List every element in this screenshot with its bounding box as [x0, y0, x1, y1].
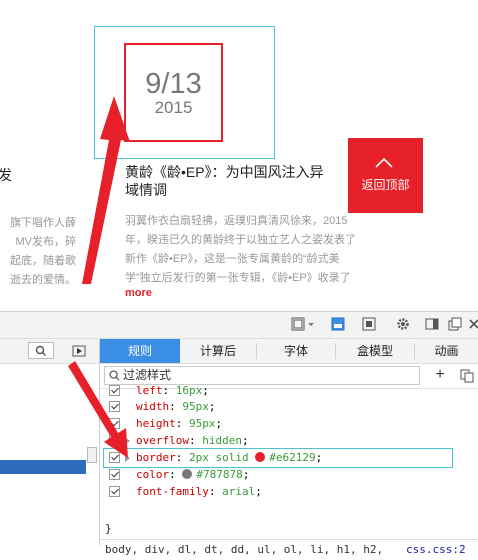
- add-rule-button[interactable]: +: [432, 365, 448, 385]
- css-property-row: height: 95px;: [100, 416, 478, 432]
- selector-text: body, div, dl, dt, dd, ul, ol, li, h1, h…: [105, 543, 384, 556]
- color-swatch[interactable]: [182, 469, 193, 479]
- selected-markup-node[interactable]: [0, 460, 86, 474]
- markup-pane: [0, 339, 100, 545]
- property-checkbox[interactable]: [109, 385, 120, 396]
- property-checkbox[interactable]: [109, 418, 120, 429]
- screenshot-icon[interactable]: [362, 317, 376, 331]
- property-name[interactable]: overflow: [136, 434, 189, 447]
- devtools-panel: 规则 计算后 字体 盒模型 动画 过滤样式 + left: 16px; widt…: [0, 311, 478, 556]
- css-property-row: color: #787878;: [100, 467, 478, 483]
- devtools-toolbar: [0, 312, 478, 339]
- tab-rules[interactable]: 规则: [100, 339, 180, 363]
- back-to-top-button[interactable]: 返回顶部: [348, 138, 423, 213]
- article-excerpt: 羽翼作衣白扇轻拂，返璞归真清风徐来，2015 年，睽违已久的黄龄终于以独立艺人之…: [125, 212, 390, 288]
- property-value[interactable]: hidden: [202, 434, 242, 447]
- property-value[interactable]: #787878: [196, 468, 242, 481]
- popout-window-icon[interactable]: [448, 317, 462, 331]
- left-excerpt-line: 逝去的爱情。: [10, 274, 76, 286]
- article-excerpt-line: 羽翼作衣白扇轻拂，返璞归真清风徐来，2015: [125, 215, 348, 227]
- property-value[interactable]: 16px: [176, 384, 203, 397]
- markup-search-button[interactable]: [28, 342, 54, 359]
- article-excerpt-line: 新作《龄•EP》，这是一张专属黄龄的“龄式美: [125, 253, 340, 265]
- more-link[interactable]: more: [125, 287, 152, 299]
- article-excerpt-line: 年，睽违已久的黄龄终于以独立艺人之姿发表了: [125, 234, 356, 246]
- markup-scrollbar-handle[interactable]: [87, 447, 97, 463]
- property-color-value[interactable]: #e62129: [269, 451, 315, 464]
- css-property-row: left: 16px;: [100, 383, 478, 399]
- back-to-top-label: 返回顶部: [361, 178, 410, 192]
- property-name[interactable]: height: [136, 417, 176, 430]
- article-title[interactable]: 黄龄《龄•EP》：为中国风注入异域情调: [125, 163, 325, 199]
- toggle-sidebar-icon[interactable]: [72, 344, 86, 358]
- property-checkbox[interactable]: [109, 452, 120, 463]
- chevron-up-icon: [375, 157, 393, 168]
- date-day: 9/13: [145, 68, 202, 100]
- search-icon: [109, 370, 120, 381]
- expand-arrow-icon[interactable]: [125, 454, 130, 462]
- property-value[interactable]: arial: [222, 485, 255, 498]
- tab-animations[interactable]: 动画: [415, 339, 478, 363]
- search-icon: [35, 345, 46, 356]
- property-name[interactable]: font-family: [136, 485, 209, 498]
- expand-arrow-icon[interactable]: [125, 437, 130, 445]
- css-rules-list: left: 16px; width: 95px; height: 95px; o…: [100, 384, 478, 556]
- css-property-row: font-family: arial;: [100, 484, 478, 500]
- filter-placeholder: 过滤样式: [123, 368, 172, 382]
- tab-fonts[interactable]: 字体: [257, 339, 335, 363]
- tab-box-model[interactable]: 盒模型: [336, 339, 414, 363]
- copy-icon[interactable]: [460, 369, 474, 383]
- web-page: 9/13 2015 发 旗下唱作人薛 MV发布，碎 起底，随着歌 逝去的爱情。 …: [0, 0, 478, 311]
- left-excerpt-line: 旗下唱作人薛: [10, 217, 76, 229]
- split-panel-icon[interactable]: [425, 317, 439, 331]
- color-swatch[interactable]: [255, 452, 266, 462]
- date-year: 2015: [154, 98, 193, 117]
- property-value[interactable]: 95px: [189, 417, 216, 430]
- property-name[interactable]: border: [136, 451, 176, 464]
- gear-icon[interactable]: [396, 317, 410, 331]
- dropdown-arrow-icon[interactable]: [307, 317, 315, 331]
- property-checkbox[interactable]: [109, 469, 120, 480]
- markup-pane-header: [0, 339, 99, 364]
- rule-closing-brace: }: [105, 522, 112, 535]
- tab-computed[interactable]: 计算后: [180, 339, 256, 363]
- rules-tab-bar: 规则 计算后 字体 盒模型 动画: [100, 339, 478, 364]
- close-icon[interactable]: [468, 317, 478, 331]
- stylesheet-link[interactable]: css.css:2: [406, 543, 466, 556]
- left-excerpt-line: 起底，随着歌: [10, 255, 76, 267]
- inherited-selector-row: body, div, dl, dt, dd, ul, ol, li, h1, h…: [100, 539, 478, 560]
- dock-icon[interactable]: [331, 317, 345, 331]
- property-name[interactable]: left: [136, 384, 163, 397]
- responsive-design-icon[interactable]: [291, 317, 305, 331]
- property-name[interactable]: color: [136, 468, 169, 481]
- left-excerpt-line: MV发布，碎: [15, 236, 77, 248]
- property-name[interactable]: width: [136, 400, 169, 413]
- css-property-row: width: 95px;: [100, 399, 478, 415]
- property-checkbox[interactable]: [109, 486, 120, 497]
- property-checkbox[interactable]: [109, 401, 120, 412]
- left-article-excerpt: 旗下唱作人薛 MV发布，碎 起底，随着歌 逝去的爱情。: [0, 214, 76, 290]
- css-property-row-border: border: 2px solid #e62129;: [100, 448, 478, 468]
- date-box: 9/13 2015: [124, 43, 223, 142]
- property-checkbox[interactable]: [109, 435, 120, 446]
- devtools-body: 规则 计算后 字体 盒模型 动画 过滤样式 + left: 16px; widt…: [0, 339, 478, 556]
- property-value[interactable]: 2px solid: [189, 451, 249, 464]
- property-value[interactable]: 95px: [182, 400, 209, 413]
- article-excerpt-line: 学”独立后发行的第一张专辑，《龄•EP》收录了: [125, 272, 351, 284]
- left-article-title[interactable]: 发: [0, 165, 12, 185]
- css-property-row: overflow: hidden;: [100, 433, 478, 449]
